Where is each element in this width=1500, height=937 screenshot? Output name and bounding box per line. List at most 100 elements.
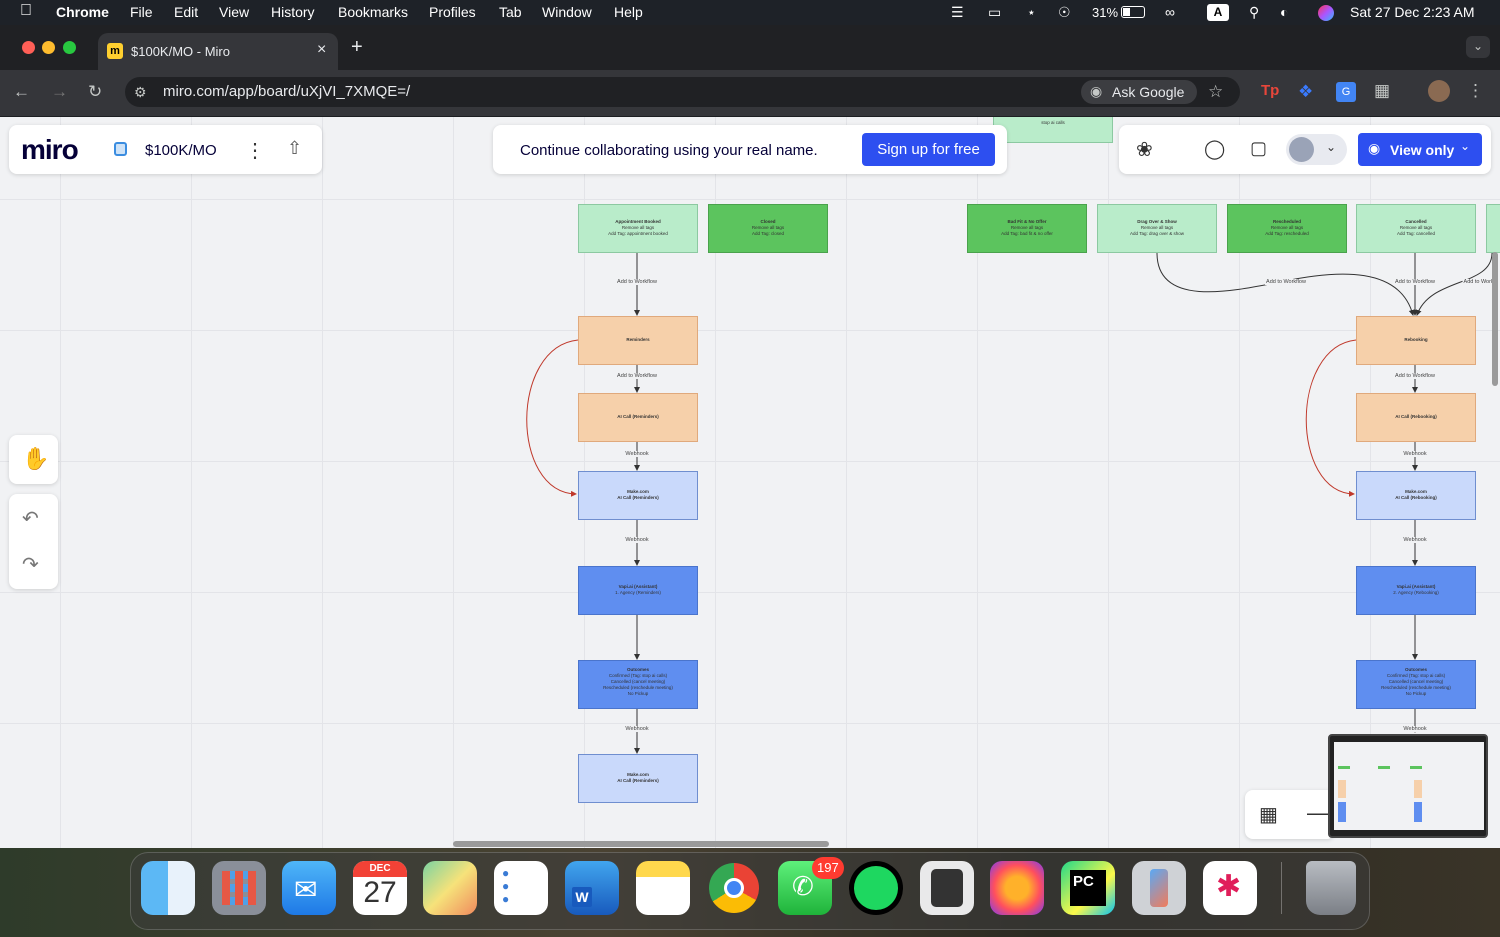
iphone-mirroring-icon[interactable] xyxy=(1132,861,1186,915)
zoom-out-icon[interactable]: — xyxy=(1307,800,1329,826)
fit-screen-icon[interactable]: ▦ xyxy=(1259,802,1278,827)
share-upload-icon[interactable]: ⇧ xyxy=(287,138,302,159)
chrome-icon[interactable] xyxy=(707,861,761,915)
notes-icon[interactable] xyxy=(636,861,690,915)
node-vapi-reminders[interactable]: Vapi.ai (Assistant) 1. Agency (Reminders) xyxy=(578,566,698,615)
word-icon[interactable]: W xyxy=(565,861,619,915)
menu-app-name[interactable]: Chrome xyxy=(56,4,109,20)
zoom-window-button[interactable] xyxy=(63,41,76,54)
accessibility-icon[interactable]: ☉ xyxy=(1058,4,1071,21)
node-vapi-rebooking[interactable]: Vapi.ai (Assistant) 2. Agency (Rebooking) xyxy=(1356,566,1476,615)
menu-help[interactable]: Help xyxy=(614,4,643,20)
node-line: 1. Agency (Reminders) xyxy=(615,590,661,595)
extension-tp-icon[interactable]: Tp xyxy=(1261,81,1279,101)
menu-window[interactable]: Window xyxy=(542,4,592,20)
finder-icon[interactable] xyxy=(141,861,195,915)
back-button[interactable]: ← xyxy=(13,82,30,102)
node-drag-over[interactable]: Drag Over & Show Remove all tags Add Tag: … xyxy=(1097,204,1217,253)
extensions-icon[interactable]: ▦ xyxy=(1374,81,1390,101)
menu-file[interactable]: File xyxy=(130,4,153,20)
site-settings-icon[interactable]: ⚙ xyxy=(134,82,147,102)
reload-button[interactable]: ↻ xyxy=(88,82,102,102)
node-bad-fit[interactable]: Bad Fit & No Offer Remove all tags Add Tag… xyxy=(967,204,1087,253)
tab-close-icon[interactable]: × xyxy=(317,41,326,59)
calendar-icon[interactable]: DEC 27 xyxy=(353,861,407,915)
board-name[interactable]: $100K/MO xyxy=(145,142,217,159)
menu-clock[interactable]: Sat 27 Dec 2:23 AM xyxy=(1350,4,1475,20)
tab-miro[interactable]: m $100K/MO - Miro × xyxy=(98,33,338,70)
control-center-icon[interactable]: ◐ xyxy=(1280,4,1288,20)
spotify-icon[interactable] xyxy=(849,861,903,915)
battery-icon[interactable] xyxy=(1121,6,1145,18)
node-offscreen[interactable] xyxy=(1486,204,1500,253)
menu-tab[interactable]: Tab xyxy=(499,4,522,20)
menu-bookmarks[interactable]: Bookmarks xyxy=(338,4,408,20)
siri-icon[interactable] xyxy=(1318,5,1334,21)
calculator-icon[interactable] xyxy=(920,861,974,915)
bookmark-star-icon[interactable]: ☆ xyxy=(1208,82,1223,102)
node-closed[interactable]: Closed Remove all tags Add Tag: closed xyxy=(708,204,828,253)
node-outcomes-reminders[interactable]: Outcomes Confirmed (Tag: stop ai calls) Ca… xyxy=(578,660,698,709)
miro-canvas[interactable]: stop ai calls Appointment Booked Remove a… xyxy=(0,117,1500,848)
google-translate-icon[interactable]: G xyxy=(1336,82,1356,102)
board-menu-icon[interactable]: ⋮ xyxy=(245,138,265,163)
node-cancelled[interactable]: Cancelled Remove all tags Add Tag: cancell… xyxy=(1356,204,1476,253)
ask-google-button[interactable]: ◉ Ask Google xyxy=(1081,80,1197,104)
reactions-icon[interactable]: ❀ xyxy=(1136,137,1153,162)
bluetooth-icon[interactable]: ⋆ xyxy=(1027,4,1036,21)
url-text[interactable]: miro.com/app/board/uXjVI_7XMQE=/ xyxy=(163,83,410,100)
input-source-icon[interactable]: A xyxy=(1207,4,1229,21)
launchpad-icon[interactable] xyxy=(212,861,266,915)
video-call-icon[interactable]: ▢ xyxy=(1250,138,1267,159)
node-rescheduled[interactable]: Rescheduled Remove all tags Add Tag: resch… xyxy=(1227,204,1347,253)
maps-icon[interactable] xyxy=(423,861,477,915)
ask-google-label: Ask Google xyxy=(1112,84,1185,100)
node-rebooking[interactable]: Rebooking xyxy=(1356,316,1476,365)
node-appointment-booked[interactable]: Appointment Booked Remove all tags Add Tag… xyxy=(578,204,698,253)
user-menu[interactable]: ⌄ xyxy=(1286,134,1347,165)
cast-icon[interactable]: ☰ xyxy=(951,4,964,21)
node-partial-top[interactable]: stop ai calls xyxy=(993,117,1113,143)
chrome-menu-icon[interactable]: ⋮ xyxy=(1467,81,1484,101)
menu-view[interactable]: View xyxy=(219,4,249,20)
extension-puzzle-blue-icon[interactable]: ❖ xyxy=(1298,82,1313,102)
spotlight-icon[interactable]: ⚲ xyxy=(1249,4,1259,21)
address-bar[interactable]: ⚙ miro.com/app/board/uXjVI_7XMQE=/ ◉ Ask… xyxy=(125,77,1240,107)
vertical-scrollbar[interactable] xyxy=(1492,252,1498,386)
node-ai-call-rebooking[interactable]: AI Call (Rebooking) xyxy=(1356,393,1476,442)
trash-icon[interactable] xyxy=(1306,861,1356,915)
pycharm-icon[interactable]: PC xyxy=(1061,861,1115,915)
display-icon[interactable]: ▭ xyxy=(988,4,1001,21)
undo-icon[interactable]: ↶ xyxy=(22,506,39,531)
horizontal-scrollbar[interactable] xyxy=(453,841,829,847)
minimize-window-button[interactable] xyxy=(42,41,55,54)
forward-button[interactable]: → xyxy=(51,82,68,102)
redo-icon[interactable]: ↷ xyxy=(22,552,39,577)
miro-logo[interactable]: miro xyxy=(21,134,79,166)
node-make-reminders[interactable]: Make.com AI Call (Reminders) xyxy=(578,471,698,520)
firefox-icon[interactable] xyxy=(990,861,1044,915)
node-make-reminders-2[interactable]: Make.com AI Call (Reminders) xyxy=(578,754,698,803)
apple-icon[interactable]:  xyxy=(20,2,32,20)
comments-icon[interactable]: ◯ xyxy=(1204,138,1225,161)
profile-avatar[interactable] xyxy=(1428,80,1450,102)
node-outcomes-rebooking[interactable]: Outcomes Confirmed (Tag: stop ai calls) Ca… xyxy=(1356,660,1476,709)
node-reminders[interactable]: Reminders xyxy=(578,316,698,365)
minimap[interactable] xyxy=(1328,734,1488,838)
tab-search-button[interactable]: ⌄ xyxy=(1466,36,1490,58)
new-tab-button[interactable]: + xyxy=(351,37,363,57)
reminders-icon[interactable]: ● ● ● xyxy=(494,861,548,915)
hand-tool[interactable]: ✋ xyxy=(9,435,58,484)
node-ai-call-reminders[interactable]: AI Call (Reminders) xyxy=(578,393,698,442)
node-make-rebooking[interactable]: Make.com AI Call (Rebooking) xyxy=(1356,471,1476,520)
slack-icon[interactable]: ✱ xyxy=(1203,861,1257,915)
link-icon[interactable]: ∞ xyxy=(1165,4,1175,20)
view-only-button[interactable]: ◉ View only ⌄ xyxy=(1358,133,1482,166)
menu-history[interactable]: History xyxy=(271,4,315,20)
mail-icon[interactable]: ✉ xyxy=(282,861,336,915)
sign-up-button[interactable]: Sign up for free xyxy=(862,133,995,166)
menu-profiles[interactable]: Profiles xyxy=(429,4,476,20)
node-title: Rebooking xyxy=(1404,337,1428,342)
menu-edit[interactable]: Edit xyxy=(174,4,198,20)
close-window-button[interactable] xyxy=(22,41,35,54)
